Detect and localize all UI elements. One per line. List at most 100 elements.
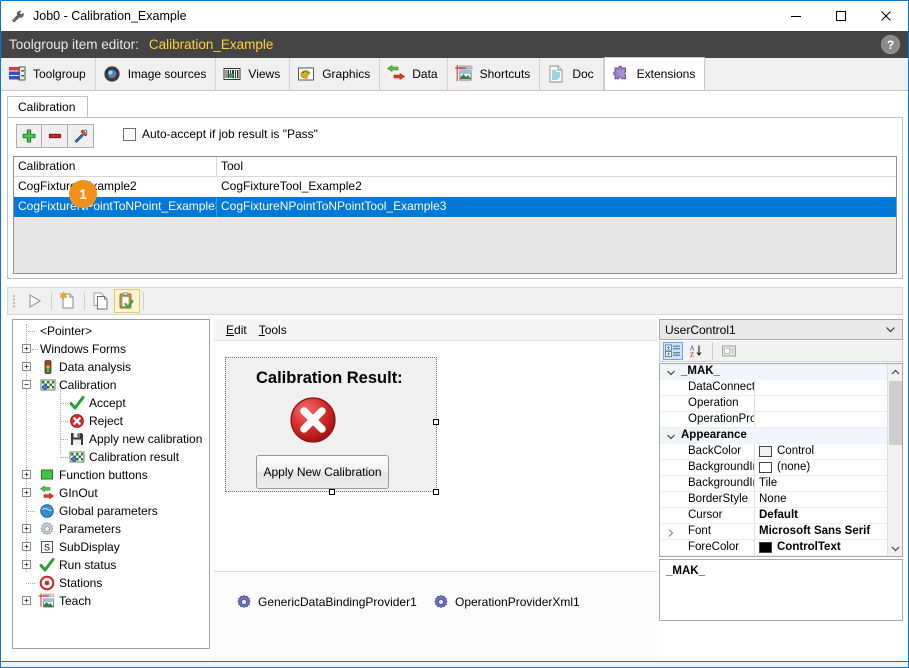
paste-button[interactable]: [114, 289, 140, 313]
categorized-icon[interactable]: [663, 342, 683, 360]
tree-item-calibration-result[interactable]: Calibration result: [13, 448, 209, 466]
configure-button[interactable]: [68, 124, 94, 148]
property-row[interactable]: Operation: [660, 395, 902, 412]
expander-minus-icon[interactable]: −: [22, 380, 31, 389]
tree-item-data-analysis[interactable]: + Data analysis: [13, 358, 209, 376]
resize-handle-corner[interactable]: [433, 489, 439, 495]
expander-plus-icon[interactable]: +: [22, 542, 31, 551]
tree-item-global-parameters[interactable]: Global parameters: [13, 502, 209, 520]
property-value[interactable]: None: [755, 492, 902, 508]
property-row[interactable]: BackColor Control: [660, 443, 902, 460]
calibration-list-view[interactable]: Calibration Tool CogFixture_Example2 Cog…: [13, 156, 897, 274]
tree-item-accept[interactable]: Accept: [13, 394, 209, 412]
expander-plus-icon[interactable]: +: [22, 524, 31, 533]
tree-item-windows-forms[interactable]: + Windows Forms: [13, 340, 209, 358]
remove-button[interactable]: [42, 124, 68, 148]
scrollbar-thumb[interactable]: [889, 381, 902, 445]
property-row[interactable]: BackgroundImage (none): [660, 459, 902, 476]
copy-button[interactable]: [88, 289, 114, 313]
auto-accept-checkbox-row[interactable]: Auto-accept if job result is "Pass": [123, 127, 318, 141]
ribbon-tab-graphics[interactable]: Graphics: [290, 58, 381, 90]
property-category-row[interactable]: Behavior: [660, 556, 902, 557]
chevron-down-icon[interactable]: [885, 324, 896, 338]
expander-plus-icon[interactable]: +: [22, 488, 31, 497]
property-row[interactable]: Font Microsoft Sans Serif: [660, 523, 902, 540]
tree-item-reject[interactable]: Reject: [13, 412, 209, 430]
column-header-tool[interactable]: Tool: [217, 157, 896, 176]
property-row[interactable]: OperationProperty: [660, 411, 902, 428]
property-value[interactable]: Microsoft Sans Serif: [755, 524, 902, 540]
tree-item-function-buttons[interactable]: + Function buttons: [13, 466, 209, 484]
ribbon-tab-data[interactable]: Data: [380, 58, 448, 90]
property-value[interactable]: Default: [755, 508, 902, 524]
property-list[interactable]: _MAK_ DataConnection Operation Operation…: [659, 363, 903, 557]
ribbon-tab-toolgroup[interactable]: Toolgroup: [1, 58, 96, 90]
chevron-down-icon[interactable]: [666, 367, 676, 377]
alphabetical-icon[interactable]: A Z: [686, 342, 706, 360]
chevron-right-icon[interactable]: [666, 527, 676, 537]
tab-calibration[interactable]: Calibration: [7, 96, 89, 118]
property-value[interactable]: Tile: [755, 476, 902, 492]
property-pages-icon[interactable]: [719, 342, 739, 360]
maximize-button[interactable]: [818, 1, 863, 31]
tree-item-calibration[interactable]: − Calibration: [13, 376, 209, 394]
expander-plus-icon[interactable]: +: [22, 470, 31, 479]
close-button[interactable]: [863, 1, 908, 31]
property-value[interactable]: (none): [755, 460, 902, 476]
menu-edit[interactable]: Edit: [226, 323, 247, 337]
tray-item-generic-data-binding-provider[interactable]: GenericDataBindingProvider1: [236, 594, 417, 610]
add-button[interactable]: [16, 124, 42, 148]
tree-item-pointer[interactable]: <Pointer>: [13, 322, 209, 340]
property-grid-scrollbar[interactable]: [887, 364, 902, 556]
property-row[interactable]: ForeColor ControlText: [660, 539, 902, 556]
property-row[interactable]: BorderStyle None: [660, 491, 902, 508]
table-row[interactable]: CogFixtureNPointToNPoint_Example3 CogFix…: [14, 197, 896, 217]
ribbon-tab-views[interactable]: Views: [216, 58, 291, 90]
expander-plus-icon[interactable]: +: [22, 560, 31, 569]
property-category-row[interactable]: _MAK_: [660, 364, 902, 380]
property-value[interactable]: ControlText: [755, 540, 902, 556]
expander-plus-icon[interactable]: +: [22, 362, 31, 371]
ribbon-tab-extensions[interactable]: Extensions: [603, 57, 706, 90]
scroll-down-icon[interactable]: [888, 540, 902, 556]
property-value[interactable]: [755, 412, 902, 428]
ribbon-tab-image-sources[interactable]: Image sources: [95, 58, 217, 90]
tree-item-parameters[interactable]: + Parameters: [13, 520, 209, 538]
property-value[interactable]: [755, 380, 902, 396]
help-button[interactable]: ?: [881, 35, 900, 54]
column-header-calibration[interactable]: Calibration: [14, 157, 217, 176]
property-value[interactable]: Control: [755, 444, 902, 460]
new-file-button[interactable]: [55, 289, 81, 313]
ribbon-tab-doc[interactable]: Doc: [540, 58, 604, 90]
resize-handle-right[interactable]: [433, 419, 439, 425]
table-row[interactable]: CogFixture_Example2 CogFixtureTool_Examp…: [14, 177, 896, 197]
tree-item-stations[interactable]: Stations: [13, 574, 209, 592]
run-button[interactable]: [22, 289, 48, 313]
property-row[interactable]: DataConnection: [660, 379, 902, 396]
auto-accept-checkbox[interactable]: [123, 127, 136, 141]
scroll-up-icon[interactable]: [888, 364, 902, 380]
apply-new-calibration-button[interactable]: Apply New Calibration: [256, 455, 389, 489]
notification-badge: 1: [69, 180, 97, 208]
minimize-button[interactable]: [773, 1, 818, 31]
property-row[interactable]: Cursor Default: [660, 507, 902, 524]
tree-item-subdisplay[interactable]: + S SubDisplay: [13, 538, 209, 556]
property-value[interactable]: [755, 396, 902, 412]
object-selector-combobox[interactable]: UserControl1: [659, 319, 903, 340]
menu-tools[interactable]: Tools: [259, 323, 287, 337]
toolbar-grip[interactable]: [11, 293, 19, 309]
tree-item-apply-new-calibration[interactable]: Apply new calibration: [13, 430, 209, 448]
chevron-down-icon[interactable]: [666, 431, 676, 441]
toolbox-tree[interactable]: <Pointer> + Windows Forms + Data analysi…: [12, 319, 210, 649]
tree-item-run-status[interactable]: + Run status: [13, 556, 209, 574]
expander-plus-icon[interactable]: +: [22, 344, 31, 353]
tray-item-operation-provider-xml[interactable]: OperationProviderXml1: [433, 594, 580, 610]
tree-item-ginout[interactable]: + GInOut: [13, 484, 209, 502]
user-control-form[interactable]: Calibration Result: Apply New Calibratio…: [225, 357, 437, 492]
resize-handle-bottom[interactable]: [329, 489, 335, 495]
property-row[interactable]: BackgroundImageLayout Tile: [660, 475, 902, 492]
tree-item-teach[interactable]: + Teach: [13, 592, 209, 610]
property-category-row[interactable]: Appearance: [660, 428, 902, 444]
expander-plus-icon[interactable]: +: [22, 596, 31, 605]
ribbon-tab-shortcuts[interactable]: Shortcuts: [447, 58, 541, 90]
